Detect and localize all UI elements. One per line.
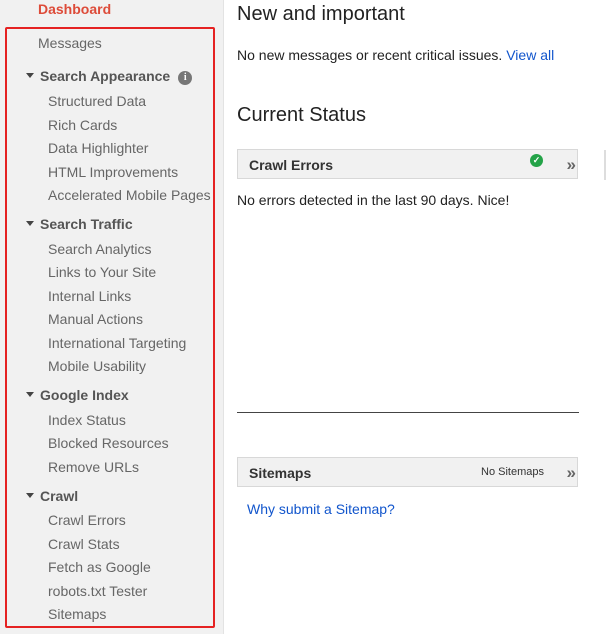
sidebar-item-sitemaps[interactable]: Sitemaps (48, 606, 106, 622)
sidebar-item-amp[interactable]: Accelerated Mobile Pages (48, 187, 211, 203)
panel-title: Crawl Errors (249, 157, 334, 173)
main-content: New and important No new messages or rec… (224, 0, 606, 634)
messages-summary: No new messages or recent critical issue… (237, 47, 554, 63)
section-label: Search Appearance (40, 68, 171, 84)
panel-title: Sitemaps (249, 465, 312, 481)
sidebar-item-links-to-site[interactable]: Links to Your Site (48, 264, 156, 280)
section-label: Crawl (40, 488, 79, 504)
caret-down-icon (26, 391, 34, 397)
sidebar-item-remove-urls[interactable]: Remove URLs (48, 459, 139, 475)
sidebar-item-robots-tester[interactable]: robots.txt Tester (48, 583, 147, 599)
sidebar-item-data-highlighter[interactable]: Data Highlighter (48, 140, 148, 156)
sidebar-item-rich-cards[interactable]: Rich Cards (48, 117, 117, 133)
check-circle-icon: ✓ (530, 154, 543, 167)
sidebar-item-structured-data[interactable]: Structured Data (48, 93, 146, 109)
sitemaps-count: No Sitemaps (481, 466, 544, 478)
crawl-errors-panel[interactable]: Crawl Errors ✓ » (237, 149, 578, 179)
sidebar-item-dashboard[interactable]: Dashboard (38, 1, 111, 17)
crawl-errors-message: No errors detected in the last 90 days. … (237, 192, 510, 208)
caret-down-icon (26, 72, 34, 78)
view-all-link[interactable]: View all (506, 47, 554, 63)
section-google-index[interactable]: Google Index (26, 387, 129, 403)
chevron-right-icon[interactable]: » (567, 463, 577, 483)
section-label: Google Index (40, 387, 129, 403)
sidebar-item-index-status[interactable]: Index Status (48, 412, 126, 428)
caret-down-icon (26, 492, 34, 498)
section-search-appearance[interactable]: Search Appearance i (26, 68, 193, 85)
info-icon[interactable]: i (178, 71, 193, 85)
sidebar-item-internal-links[interactable]: Internal Links (48, 288, 131, 304)
new-and-important-heading: New and important (237, 3, 405, 25)
sidebar-item-html-improvements[interactable]: HTML Improvements (48, 164, 178, 180)
sidebar-item-blocked-resources[interactable]: Blocked Resources (48, 435, 169, 451)
section-search-traffic[interactable]: Search Traffic (26, 216, 133, 232)
sidebar-item-fetch-as-google[interactable]: Fetch as Google (48, 559, 151, 575)
current-status-heading: Current Status (237, 104, 366, 126)
sidebar-item-international-targeting[interactable]: International Targeting (48, 335, 186, 351)
section-crawl[interactable]: Crawl (26, 488, 78, 504)
sidebar-item-manual-actions[interactable]: Manual Actions (48, 311, 143, 327)
caret-down-icon (26, 220, 34, 226)
divider (237, 412, 579, 413)
no-messages-text: No new messages or recent critical issue… (237, 47, 503, 63)
sidebar-nav: Dashboard Messages Search Appearance i St… (0, 0, 224, 634)
section-label: Search Traffic (40, 216, 133, 232)
sitemaps-panel[interactable]: Sitemaps No Sitemaps » (237, 457, 578, 487)
sidebar-item-search-analytics[interactable]: Search Analytics (48, 241, 152, 257)
sidebar-item-messages[interactable]: Messages (38, 35, 102, 51)
sidebar-item-mobile-usability[interactable]: Mobile Usability (48, 358, 146, 374)
why-submit-sitemap-link[interactable]: Why submit a Sitemap? (247, 501, 395, 517)
sidebar-item-crawl-stats[interactable]: Crawl Stats (48, 536, 120, 552)
sidebar-item-crawl-errors[interactable]: Crawl Errors (48, 512, 126, 528)
chevron-right-icon[interactable]: » (567, 155, 577, 175)
